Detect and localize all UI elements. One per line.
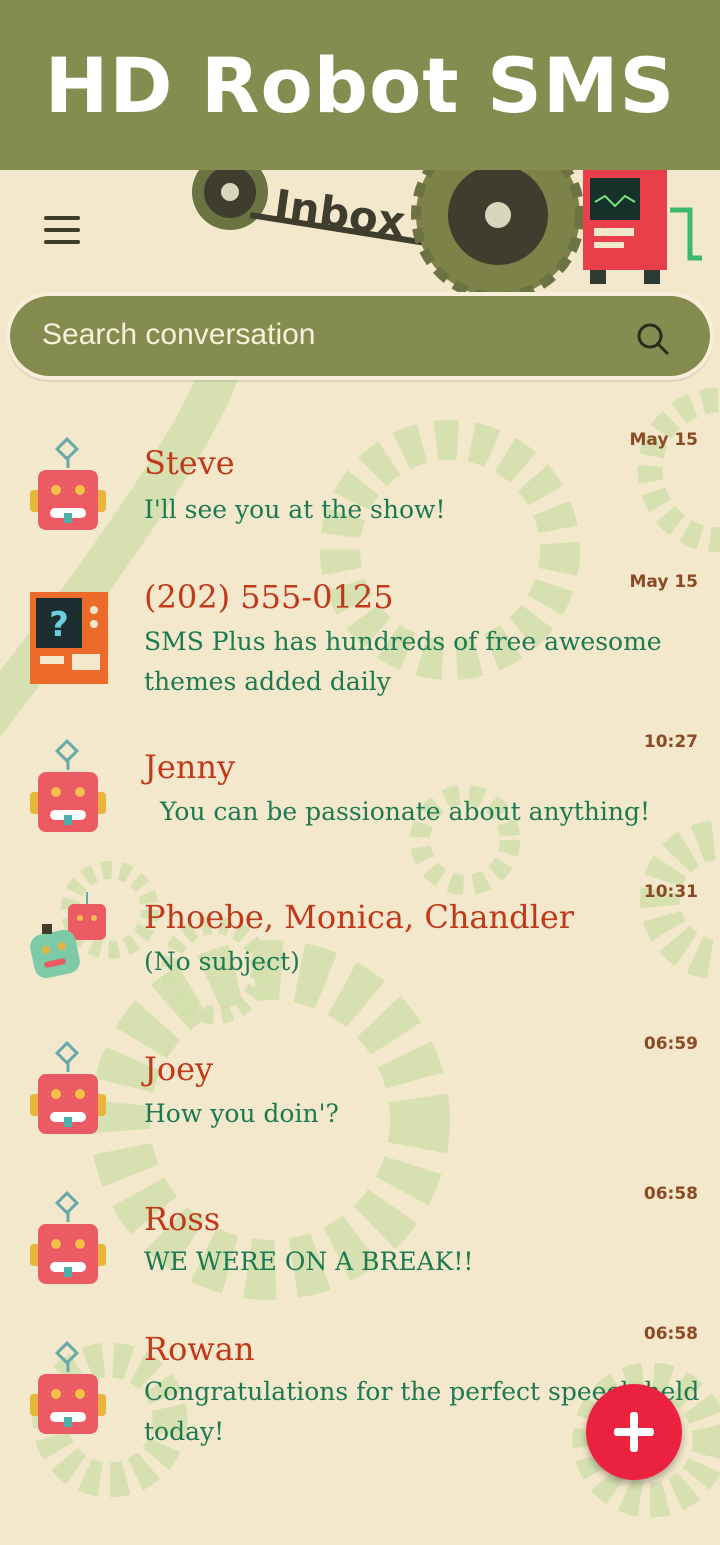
conversation-time: May 15 xyxy=(629,430,698,450)
menu-bar-2 xyxy=(44,228,80,232)
inbox-header-art xyxy=(192,170,702,302)
conversation-item[interactable]: Ross WE WERE ON A BREAK!! 06:58 xyxy=(0,1184,720,1324)
conversation-snippet: (No subject) xyxy=(144,947,300,976)
conversation-item[interactable]: Steve I'll see you at the show! May 15 xyxy=(0,430,720,570)
conversation-name: Rowan xyxy=(144,1330,255,1368)
conversation-item[interactable]: Phoebe, Monica, Chandler (No subject) 10… xyxy=(0,882,720,1022)
conversation-item[interactable]: ? (202) 555-0125 SMS Plus has hundreds o… xyxy=(0,572,720,712)
conversation-name: (202) 555-0125 xyxy=(144,578,394,616)
menu-bar-1 xyxy=(44,216,80,220)
conversation-time: 06:59 xyxy=(643,1034,698,1054)
conversation-name: Steve xyxy=(144,444,235,482)
conversation-name: Joey xyxy=(144,1050,214,1088)
app-banner: HD Robot SMS xyxy=(0,0,720,170)
conversation-snippet: How you doin'? xyxy=(144,1099,339,1128)
banner-title: HD Robot SMS xyxy=(44,40,676,130)
robot-screen-icon: ? xyxy=(30,592,108,684)
conversation-time: 06:58 xyxy=(643,1184,698,1204)
conversation-snippet: WE WERE ON A BREAK!! xyxy=(144,1247,474,1276)
robot-red-icon xyxy=(30,1340,106,1434)
menu-bar-3 xyxy=(44,240,80,244)
robot-red-icon xyxy=(30,1190,106,1284)
conversation-name: Ross xyxy=(144,1200,221,1238)
gear-left-icon xyxy=(192,170,268,230)
menu-button[interactable] xyxy=(40,210,84,250)
search-input[interactable]: Search conversation xyxy=(42,318,316,352)
robot-mascot-icon xyxy=(583,170,702,284)
conversation-snippet: I'll see you at the show! xyxy=(144,495,446,524)
gear-right-icon xyxy=(411,170,585,302)
conversation-item[interactable]: Joey How you doin'? 06:59 xyxy=(0,1034,720,1174)
new-message-button[interactable] xyxy=(586,1384,682,1480)
conversation-snippet: SMS Plus has hundreds of free awesome th… xyxy=(144,627,662,696)
robot-red-icon xyxy=(30,436,106,530)
robot-group-icon xyxy=(30,892,106,979)
conversation-item[interactable]: Jenny You can be passionate about anythi… xyxy=(0,732,720,872)
search-bar[interactable]: Search conversation xyxy=(6,292,714,380)
conversation-name: Jenny xyxy=(144,748,236,786)
search-icon[interactable] xyxy=(636,322,670,356)
conversation-snippet: You can be passionate about anything! xyxy=(160,797,651,826)
robot-red-icon xyxy=(30,1040,106,1134)
conversation-time: 10:31 xyxy=(643,882,698,902)
conversation-time: 10:27 xyxy=(643,732,698,752)
conversation-time: 06:58 xyxy=(643,1324,698,1344)
plus-icon xyxy=(614,1412,654,1452)
conversation-time: May 15 xyxy=(629,572,698,592)
robot-red-icon xyxy=(30,738,106,832)
conversation-name: Phoebe, Monica, Chandler xyxy=(144,898,575,936)
svg-text:?: ? xyxy=(49,605,69,645)
